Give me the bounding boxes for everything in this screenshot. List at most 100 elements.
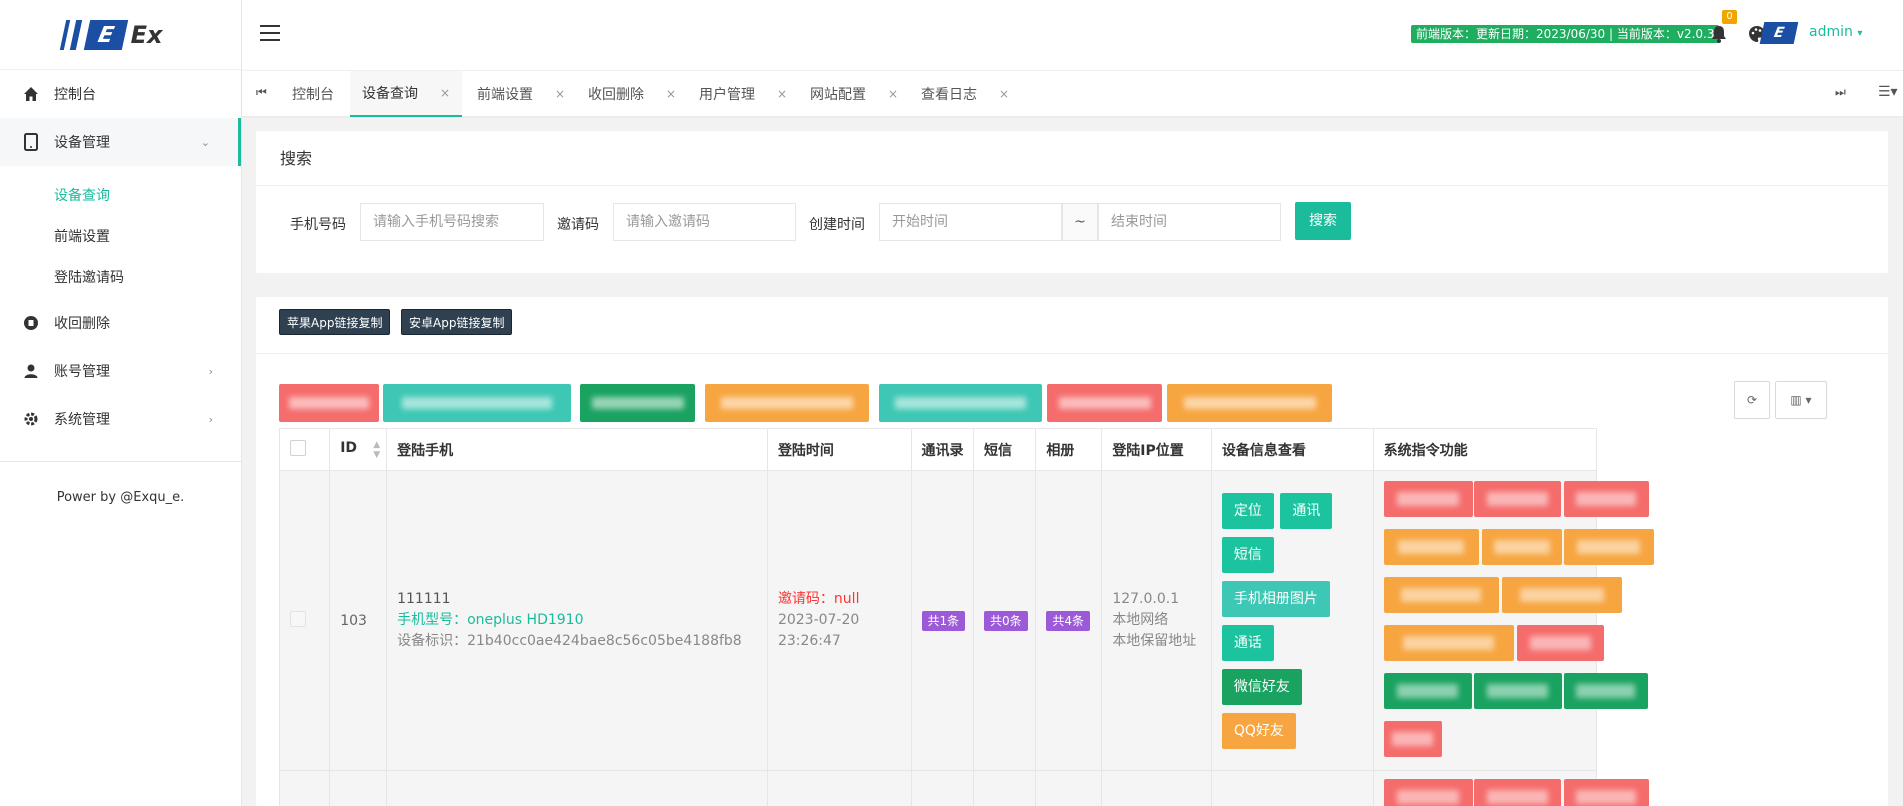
- col-id[interactable]: ID ▲ ▼: [329, 428, 388, 471]
- table-row: 103 111111 手机型号：oneplus HD1910 设备标识：21b4…: [278, 470, 1654, 771]
- table-header: ID ▲ ▼ 登陆手机 登陆时间 通讯录 短信 相册 登陆IP位置 设备信息查看 …: [278, 428, 1598, 471]
- command-button[interactable]: [1481, 529, 1562, 565]
- row-id: 103: [329, 470, 388, 771]
- sidebar-item-label: 控制台: [54, 87, 96, 103]
- command-button[interactable]: [1383, 481, 1473, 517]
- qq-friends-button[interactable]: QQ好友: [1221, 712, 1296, 749]
- batch-action-button[interactable]: [383, 384, 571, 422]
- version-badge: 前端版本：更新日期：2023/06/30 | 当前版本：v2.0.3: [1411, 25, 1720, 43]
- close-icon[interactable]: ×: [555, 87, 565, 101]
- command-button[interactable]: [1501, 577, 1622, 613]
- sms-button[interactable]: 短信: [1221, 536, 1274, 573]
- command-button[interactable]: [1383, 779, 1473, 806]
- command-button[interactable]: [1383, 673, 1472, 709]
- created-time-label: 创建时间: [809, 217, 865, 233]
- command-button[interactable]: [1383, 721, 1442, 757]
- col-login-time: 登陆时间: [766, 428, 912, 471]
- command-button[interactable]: [1563, 529, 1654, 565]
- sidebar-item-device-management[interactable]: 设备管理 ⌄: [0, 118, 241, 166]
- bell-icon[interactable]: [1709, 24, 1729, 44]
- tab-label: 控制台: [292, 87, 334, 103]
- album-count-badge[interactable]: 共4条: [1046, 610, 1091, 631]
- tab-scroll-right-icon[interactable]: ⏭: [1835, 85, 1846, 100]
- start-time-input[interactable]: 开始时间: [879, 203, 1062, 241]
- sidebar: E Ex 控制台 设备管理 ⌄ 设备查询 前端设置 登陆邀请码 收回删除 账号管…: [0, 0, 242, 806]
- tab-label: 设备查询: [362, 86, 418, 102]
- batch-action-button[interactable]: [705, 384, 869, 422]
- wechat-friends-button[interactable]: 微信好友: [1221, 668, 1302, 705]
- close-icon[interactable]: ×: [666, 87, 676, 101]
- sidebar-item-label: 账号管理: [54, 364, 110, 380]
- command-button[interactable]: [1516, 625, 1604, 661]
- copy-ios-link-button[interactable]: 苹果App链接复制: [279, 309, 391, 335]
- command-button[interactable]: [1563, 481, 1649, 517]
- sidebar-item-recycle[interactable]: 收回删除: [0, 299, 241, 347]
- sidebar-item-dashboard[interactable]: 控制台: [0, 70, 241, 118]
- row-checkbox[interactable]: [290, 610, 306, 627]
- end-time-input[interactable]: 结束时间: [1098, 203, 1281, 241]
- close-icon[interactable]: ×: [999, 87, 1009, 101]
- close-icon[interactable]: ×: [777, 87, 787, 101]
- close-icon[interactable]: ×: [888, 87, 898, 101]
- command-button[interactable]: [1563, 673, 1648, 709]
- row-album-cell: 共4条: [1035, 470, 1103, 771]
- home-icon: [22, 85, 40, 103]
- tab-view-logs[interactable]: 查看日志 ×: [921, 71, 1009, 117]
- contacts-button[interactable]: 通讯: [1280, 492, 1333, 529]
- batch-action-button[interactable]: [580, 384, 695, 422]
- command-button[interactable]: [1383, 577, 1499, 613]
- command-button[interactable]: [1563, 779, 1649, 806]
- tab-site-config[interactable]: 网站配置 ×: [810, 71, 898, 117]
- sidebar-subitem-device-query[interactable]: 设备查询: [0, 174, 241, 215]
- tab-scroll-left-icon[interactable]: ⏮: [256, 85, 267, 100]
- batch-action-button[interactable]: [1047, 384, 1162, 422]
- tab-dashboard[interactable]: 控制台: [292, 71, 334, 117]
- sidebar-item-label: 设备管理: [54, 135, 110, 151]
- command-button[interactable]: [1473, 673, 1562, 709]
- copy-android-link-button[interactable]: 安卓App链接复制: [401, 309, 513, 335]
- command-button[interactable]: [1383, 529, 1479, 565]
- sort-icon[interactable]: ▲ ▼: [373, 440, 380, 460]
- phone-search-input[interactable]: 请输入手机号码搜索: [360, 203, 544, 241]
- sidebar-footer: Power by @Exqu_e.: [56, 490, 185, 505]
- select-all-checkbox[interactable]: [290, 439, 306, 456]
- col-label: ID: [340, 439, 358, 456]
- sidebar-item-accounts[interactable]: 账号管理 ›: [0, 347, 241, 395]
- invite-code-input[interactable]: 请输入邀请码: [613, 203, 796, 241]
- tab-recycle[interactable]: 收回删除 ×: [588, 71, 676, 117]
- col-sms: 短信: [972, 428, 1037, 471]
- command-button[interactable]: [1383, 625, 1514, 661]
- avatar[interactable]: E: [1759, 22, 1799, 44]
- contacts-count-badge[interactable]: 共1条: [921, 610, 966, 631]
- table-row: [278, 770, 1649, 806]
- row-select-cell[interactable]: [278, 470, 331, 771]
- tab-frontend-settings[interactable]: 前端设置 ×: [477, 71, 565, 117]
- recycle-icon: [22, 314, 40, 332]
- select-all-cell[interactable]: [278, 428, 331, 471]
- search-button[interactable]: 搜索: [1295, 202, 1351, 240]
- user-menu[interactable]: admin ▾: [1809, 24, 1862, 40]
- column-toggle-icon[interactable]: ▥ ▾: [1775, 381, 1827, 419]
- row-ip: 127.0.0.1: [1112, 591, 1180, 607]
- command-button[interactable]: [1473, 779, 1561, 806]
- batch-action-button[interactable]: [879, 384, 1042, 422]
- locate-button[interactable]: 定位: [1221, 492, 1274, 529]
- call-log-button[interactable]: 通话: [1221, 624, 1274, 661]
- batch-action-button[interactable]: [279, 384, 379, 422]
- photo-album-button[interactable]: 手机相册图片: [1221, 580, 1330, 617]
- refresh-icon[interactable]: ⟳: [1734, 381, 1770, 419]
- batch-action-button[interactable]: [1167, 384, 1332, 422]
- close-icon[interactable]: ×: [440, 86, 450, 100]
- search-card: 搜索 手机号码 请输入手机号码搜索 邀请码 请输入邀请码 创建时间 开始时间 ~…: [256, 131, 1888, 273]
- menu-toggle-icon[interactable]: [260, 25, 280, 41]
- tab-menu-icon[interactable]: ☰▾: [1878, 84, 1898, 100]
- sidebar-subitem-invite-codes[interactable]: 登陆邀请码: [0, 256, 241, 297]
- sms-count-badge[interactable]: 共0条: [983, 610, 1028, 631]
- col-contacts: 通讯录: [910, 428, 974, 471]
- command-button[interactable]: [1473, 481, 1561, 517]
- tab-user-management[interactable]: 用户管理 ×: [699, 71, 787, 117]
- logo[interactable]: E Ex: [0, 0, 241, 70]
- sidebar-item-system[interactable]: 系统管理 ›: [0, 395, 241, 443]
- sidebar-subitem-frontend-settings[interactable]: 前端设置: [0, 215, 241, 256]
- tab-device-query[interactable]: 设备查询 ×: [350, 71, 463, 117]
